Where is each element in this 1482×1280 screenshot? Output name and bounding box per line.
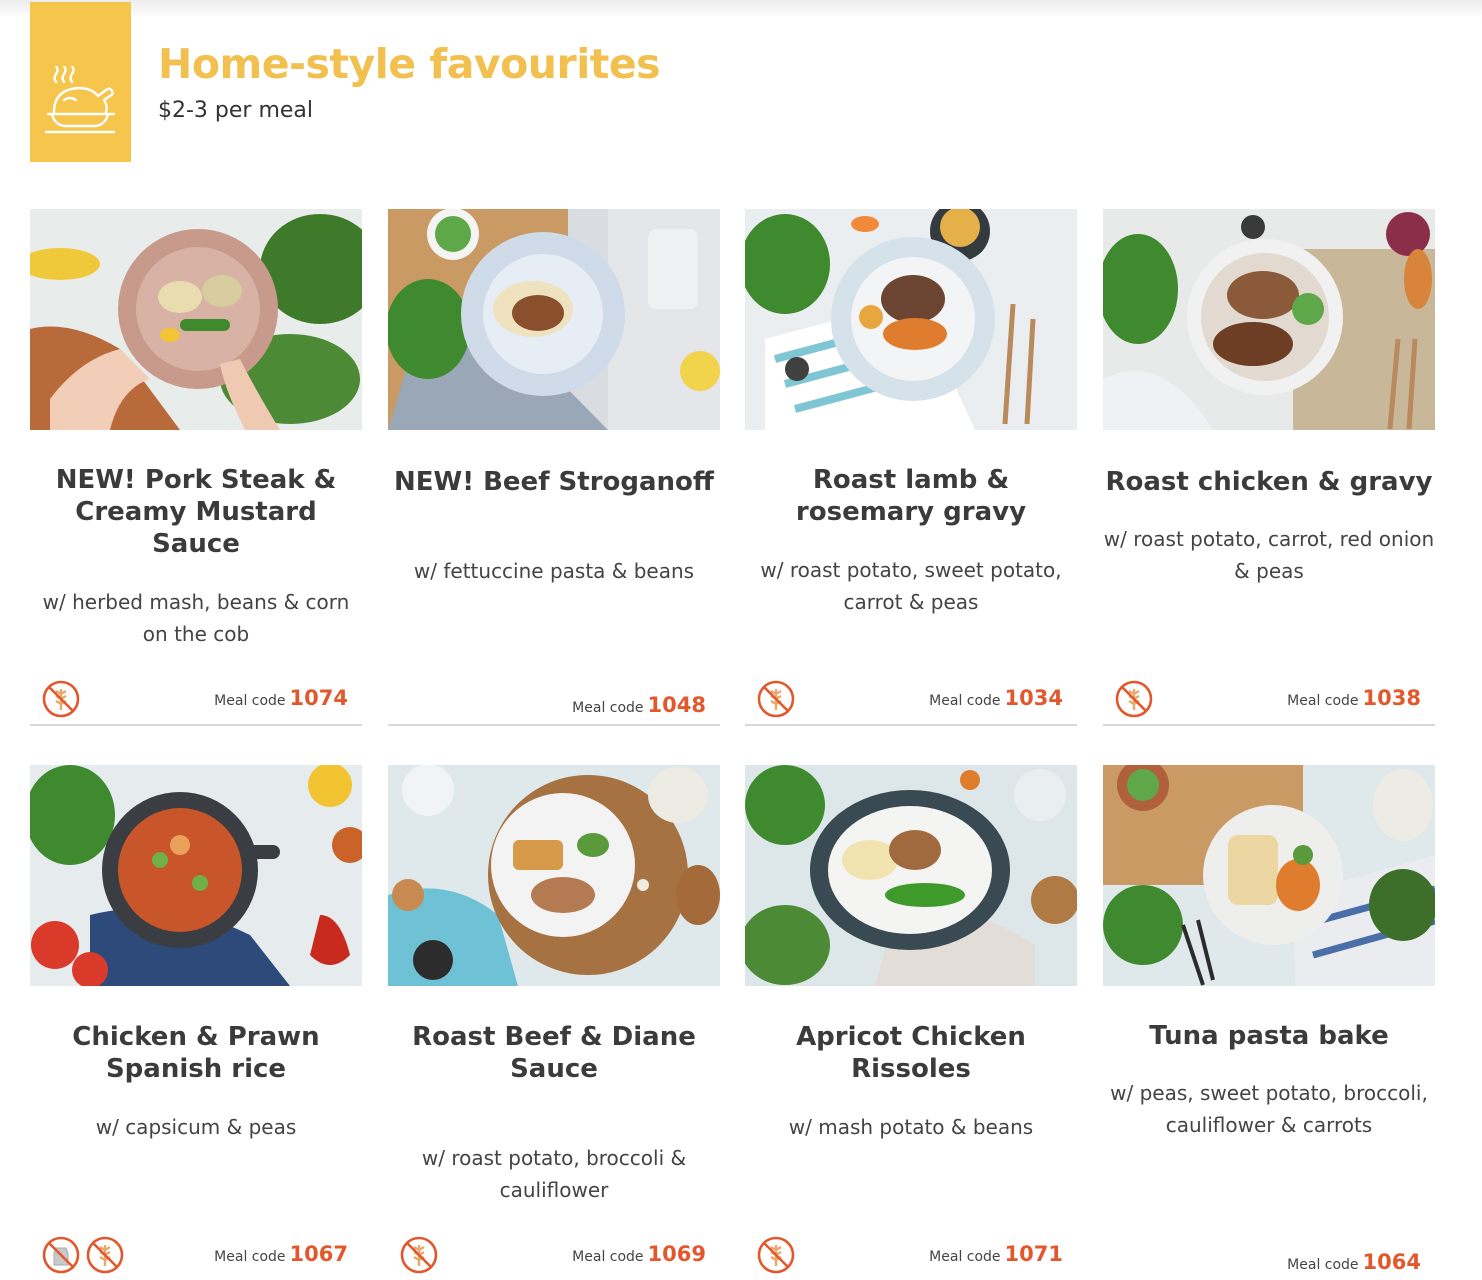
meal-code-number: 1071 xyxy=(1004,1242,1063,1266)
meal-photo[interactable] xyxy=(745,765,1077,986)
card-divider xyxy=(1103,724,1435,726)
gluten-free-icon xyxy=(86,1236,124,1274)
meal-code-number: 1034 xyxy=(1004,686,1063,710)
gluten-free-icon xyxy=(1115,680,1153,718)
meal-photo[interactable] xyxy=(1103,209,1435,430)
meal-code: Meal code 1048 xyxy=(572,693,706,717)
meal-name: Roast lamb & rosemary gravy xyxy=(795,465,1027,527)
meal-code-label: Meal code xyxy=(214,1249,286,1265)
card-divider xyxy=(388,724,720,726)
dietary-badges xyxy=(757,1236,801,1276)
category-price: $2-3 per meal xyxy=(158,98,314,123)
meal-code: Meal code 1034 xyxy=(929,686,1063,710)
dietary-badges xyxy=(42,680,86,720)
meal-name: Chicken & Prawn Spanish rice xyxy=(72,1022,320,1084)
gluten-free-icon xyxy=(42,680,80,718)
dairy-free-icon xyxy=(42,1236,80,1274)
meal-name: Tuna pasta bake xyxy=(1149,1021,1389,1051)
dietary-badges xyxy=(400,1236,444,1276)
meal-name: Apricot Chicken Rissoles xyxy=(796,1022,1026,1084)
meal-code: Meal code 1038 xyxy=(1287,686,1421,710)
meal-code-label: Meal code xyxy=(929,693,1001,709)
meal-code: Meal code 1067 xyxy=(214,1242,348,1266)
meal-code-label: Meal code xyxy=(929,1249,1001,1265)
meal-code-number: 1074 xyxy=(289,686,348,710)
card-divider xyxy=(30,724,362,726)
meal-code-number: 1064 xyxy=(1362,1250,1421,1274)
dietary-badges xyxy=(42,1236,130,1276)
meal-code-number: 1069 xyxy=(647,1242,706,1266)
meal-photo[interactable] xyxy=(388,209,720,430)
meal-description: w/ capsicum & peas xyxy=(95,1115,297,1139)
meal-code-label: Meal code xyxy=(214,693,286,709)
meal-code: Meal code 1064 xyxy=(1287,1250,1421,1274)
meal-photo[interactable] xyxy=(388,765,720,986)
meal-code-label: Meal code xyxy=(572,700,644,716)
category-icon-tile xyxy=(30,2,131,162)
meal-description: w/ roast potato, sweet potato, carrot & … xyxy=(760,558,1062,614)
category-title: Home-style favourites xyxy=(158,40,661,88)
meal-name: Roast chicken & gravy xyxy=(1105,467,1433,497)
meal-code-number: 1038 xyxy=(1362,686,1421,710)
roast-chicken-icon xyxy=(44,66,116,134)
gluten-free-icon xyxy=(757,680,795,718)
meal-code-label: Meal code xyxy=(1287,1257,1359,1273)
meal-photo[interactable] xyxy=(1103,765,1435,986)
meal-name: Roast Beef & Diane Sauce xyxy=(412,1022,696,1084)
meal-description: w/ mash potato & beans xyxy=(788,1115,1034,1139)
dietary-badges xyxy=(757,680,801,720)
meal-code-label: Meal code xyxy=(572,1249,644,1265)
meal-code-number: 1067 xyxy=(289,1242,348,1266)
meal-description: w/ herbed mash, beans & corn on the cob xyxy=(42,590,350,646)
meal-description: w/ peas, sweet potato, broccoli, caulifl… xyxy=(1110,1081,1428,1137)
meal-photo[interactable] xyxy=(30,209,362,430)
meal-name: NEW! Beef Stroganoff xyxy=(394,467,714,497)
meal-description: w/ roast potato, carrot, red onion & pea… xyxy=(1103,527,1435,583)
gluten-free-icon xyxy=(757,1236,795,1274)
card-divider xyxy=(745,724,1077,726)
meal-code-label: Meal code xyxy=(1287,693,1359,709)
meal-description: w/ roast potato, broccoli & cauliflower xyxy=(421,1146,687,1202)
meal-code: Meal code 1074 xyxy=(214,686,348,710)
top-shadow xyxy=(0,0,1482,18)
meal-photo[interactable] xyxy=(30,765,362,986)
meal-code-number: 1048 xyxy=(647,693,706,717)
meal-code: Meal code 1069 xyxy=(572,1242,706,1266)
meal-code: Meal code 1071 xyxy=(929,1242,1063,1266)
gluten-free-icon xyxy=(400,1236,438,1274)
meal-name: NEW! Pork Steak & Creamy Mustard Sauce xyxy=(55,465,337,559)
meal-description: w/ fettuccine pasta & beans xyxy=(413,559,695,583)
dietary-badges xyxy=(1115,680,1159,720)
meal-photo[interactable] xyxy=(745,209,1077,430)
